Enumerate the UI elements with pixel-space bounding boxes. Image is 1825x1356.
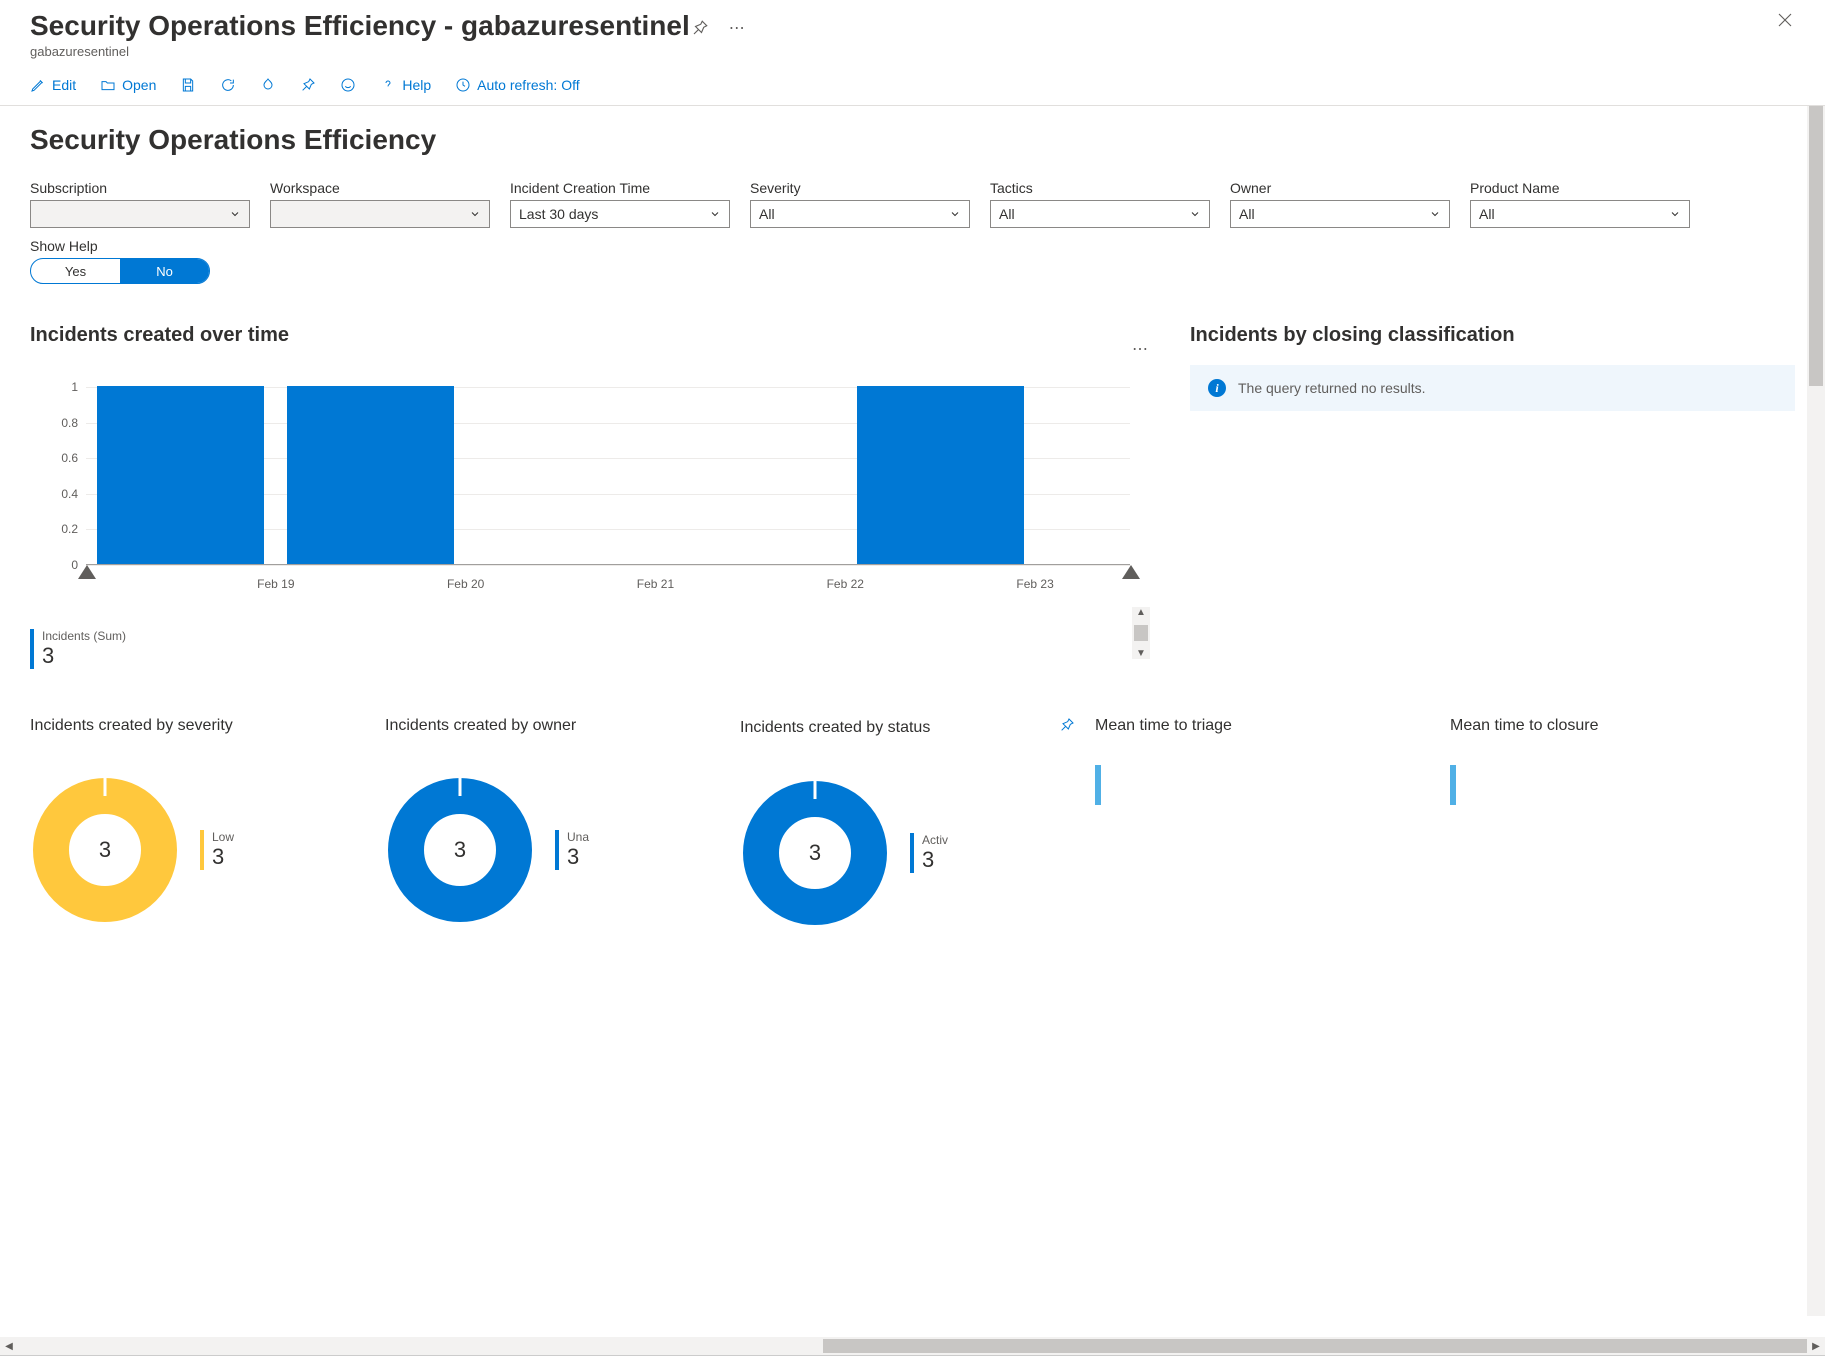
incident-time-dropdown[interactable]: Last 30 days (510, 200, 730, 228)
incidents-over-time-chart: ⋯ 00.20.40.60.81 Feb 19Feb 20Feb 21Feb 2… (30, 365, 1150, 625)
vertical-scrollbar[interactable] (1807, 106, 1825, 1316)
over-time-title: Incidents created over time (30, 324, 1150, 347)
severity-value: All (759, 206, 775, 222)
tactics-value: All (999, 206, 1015, 222)
tactics-label: Tactics (990, 180, 1210, 196)
severity-legend-label: Low (212, 830, 234, 844)
status-legend-value: 3 (922, 847, 948, 873)
edit-label: Edit (52, 77, 76, 93)
feedback-icon[interactable] (340, 77, 356, 93)
toolbar: Edit Open Help Auto refresh: Off (0, 59, 1825, 106)
chart-more-icon[interactable]: ⋯ (1132, 339, 1150, 359)
workspace-label: Workspace (270, 180, 490, 196)
status-card-title: Incidents created by status (740, 719, 930, 737)
share-icon[interactable] (260, 77, 276, 93)
status-pin-icon[interactable] (1059, 717, 1075, 738)
owner-center-value: 3 (454, 837, 466, 863)
refresh-icon[interactable] (220, 77, 236, 93)
bar-feb-19 (97, 386, 264, 564)
subscription-dropdown[interactable] (30, 200, 250, 228)
incident-time-label: Incident Creation Time (510, 180, 730, 196)
info-icon: i (1208, 379, 1226, 397)
severity-legend-value: 3 (212, 844, 234, 870)
product-value: All (1479, 206, 1495, 222)
more-icon[interactable]: ⋯ (728, 18, 748, 38)
severity-dropdown[interactable]: All (750, 200, 970, 228)
bar-feb-23 (857, 386, 1024, 564)
workbook-title: Security Operations Efficiency (30, 124, 1795, 156)
show-help-yes[interactable]: Yes (31, 259, 120, 283)
status-legend-label: Activ (922, 833, 948, 847)
product-label: Product Name (1470, 180, 1690, 196)
closure-bar (1450, 765, 1456, 805)
page-subtitle: gabazuresentinel (30, 44, 690, 59)
no-results-message: i The query returned no results. (1190, 365, 1795, 411)
triage-card-title: Mean time to triage (1095, 717, 1440, 735)
help-button[interactable]: Help (380, 77, 431, 93)
owner-value: All (1239, 206, 1255, 222)
owner-legend-label: Una (567, 830, 589, 844)
product-dropdown[interactable]: All (1470, 200, 1690, 228)
legend-value: 3 (42, 643, 1150, 669)
severity-center-value: 3 (99, 837, 111, 863)
tactics-dropdown[interactable]: All (990, 200, 1210, 228)
legend-label: Incidents (Sum) (42, 629, 1150, 643)
auto-refresh-label: Auto refresh: Off (477, 77, 579, 93)
pin-toolbar-icon[interactable] (300, 77, 316, 93)
owner-card-title: Incidents created by owner (385, 717, 730, 735)
close-icon[interactable] (1775, 10, 1795, 30)
owner-legend-value: 3 (567, 844, 589, 870)
subscription-label: Subscription (30, 180, 250, 196)
severity-card-title: Incidents created by severity (30, 717, 375, 735)
range-handle-left[interactable] (78, 565, 96, 579)
range-handle-right[interactable] (1122, 565, 1140, 579)
severity-label: Severity (750, 180, 970, 196)
workspace-dropdown[interactable] (270, 200, 490, 228)
open-label: Open (122, 77, 156, 93)
bar-feb-20 (287, 386, 454, 564)
by-closing-title: Incidents by closing classification (1190, 324, 1795, 347)
chart-scrollbar[interactable]: ▲▼ (1132, 607, 1150, 659)
horizontal-scrollbar[interactable]: ◀ ▶ (0, 1337, 1825, 1355)
status-donut: 3 (740, 778, 890, 928)
auto-refresh-button[interactable]: Auto refresh: Off (455, 77, 579, 93)
pin-icon[interactable] (690, 18, 710, 38)
save-icon[interactable] (180, 77, 196, 93)
help-label: Help (402, 77, 431, 93)
incident-time-value: Last 30 days (519, 206, 598, 222)
show-help-label: Show Help (30, 238, 1795, 254)
triage-bar (1095, 765, 1101, 805)
no-results-text: The query returned no results. (1238, 380, 1426, 396)
open-button[interactable]: Open (100, 77, 156, 93)
show-help-no[interactable]: No (120, 259, 209, 283)
show-help-toggle[interactable]: Yes No (30, 258, 210, 284)
owner-label: Owner (1230, 180, 1450, 196)
owner-donut: 3 (385, 775, 535, 925)
status-center-value: 3 (809, 840, 821, 866)
owner-dropdown[interactable]: All (1230, 200, 1450, 228)
closure-card-title: Mean time to closure (1450, 717, 1795, 735)
edit-button[interactable]: Edit (30, 77, 76, 93)
page-title: Security Operations Efficiency - gabazur… (30, 10, 690, 42)
severity-donut: 3 (30, 775, 180, 925)
